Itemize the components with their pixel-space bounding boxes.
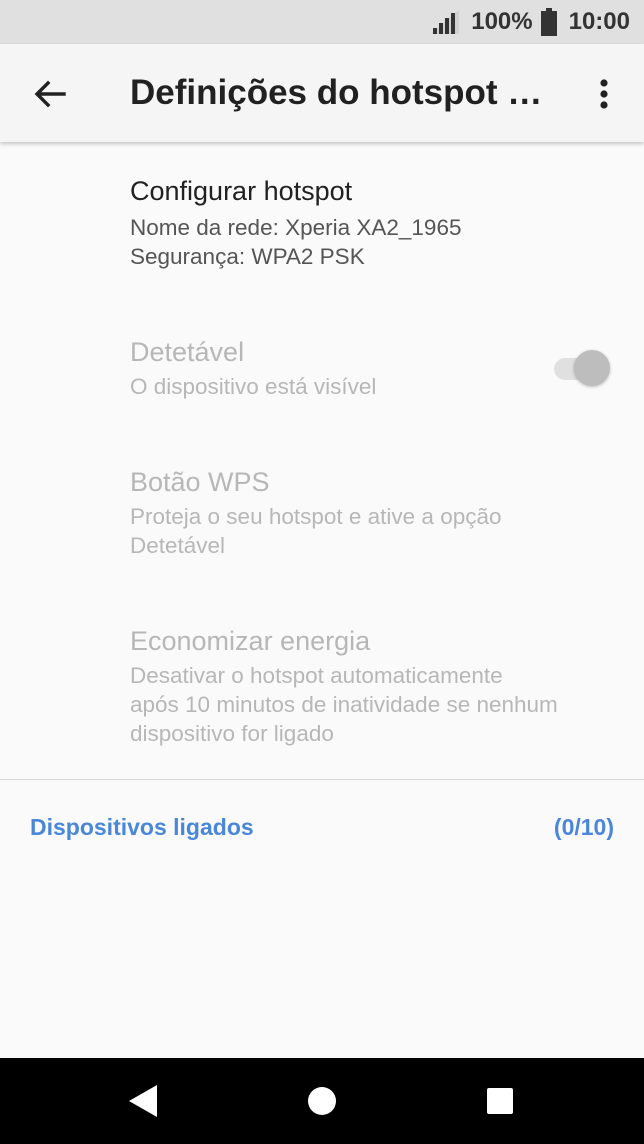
app-bar: Definições do hotspot portátil xyxy=(0,44,644,142)
discoverable-subtitle: O dispositivo está visível xyxy=(130,374,377,399)
section-divider xyxy=(0,779,644,780)
toggle-thumb xyxy=(574,350,610,386)
battery-icon xyxy=(540,8,557,36)
power-save-item: Economizar energia Desativar o hotspot a… xyxy=(130,624,620,748)
discoverable-item: Detetável O dispositivo está visível xyxy=(130,335,530,401)
discoverable-title: Detetável xyxy=(130,337,245,367)
power-save-subtitle-line3: dispositivo for ligado xyxy=(130,721,334,746)
wps-subtitle-line2: Detetável xyxy=(130,533,226,558)
nav-back-icon xyxy=(129,1085,157,1117)
power-save-title: Economizar energia xyxy=(130,626,371,656)
page-title: Definições do hotspot portátil xyxy=(130,73,560,112)
power-save-subtitle-line1: Desativar o hotspot automaticamente xyxy=(130,663,503,688)
arrow-back-icon xyxy=(34,80,66,108)
signal-icon xyxy=(431,10,460,34)
discoverable-toggle[interactable] xyxy=(552,348,612,388)
status-bar: 100% 10:00 xyxy=(0,0,644,44)
clock: 10:00 xyxy=(568,8,630,35)
battery-percent: 100% xyxy=(471,8,533,35)
wps-button-item: Botão WPS Proteja o seu hotspot e ative … xyxy=(130,465,620,560)
power-save-subtitle-line2: após 10 minutos de inatividade se nenhum xyxy=(130,692,558,717)
wps-subtitle-line1: Proteja o seu hotspot e ative a opção xyxy=(130,504,502,529)
more-options-button[interactable] xyxy=(588,72,620,116)
more-vert-icon xyxy=(600,79,608,109)
connected-devices-count: (0/10) xyxy=(553,814,614,840)
connected-devices-row[interactable]: Dispositivos ligados (0/10) xyxy=(0,808,644,850)
wps-title: Botão WPS xyxy=(130,467,270,497)
back-button[interactable] xyxy=(22,72,78,116)
configure-hotspot-item[interactable]: Configurar hotspot Nome da rede: Xperia … xyxy=(130,174,620,271)
home-icon xyxy=(308,1087,336,1115)
navigation-bar xyxy=(0,1058,644,1144)
connected-devices-label: Dispositivos ligados xyxy=(30,814,254,840)
nav-back-button[interactable] xyxy=(113,1076,173,1126)
recents-icon xyxy=(487,1088,513,1114)
home-button[interactable] xyxy=(292,1076,352,1126)
security-text: Segurança: WPA2 PSK xyxy=(130,244,365,269)
configure-hotspot-title: Configurar hotspot xyxy=(130,176,353,206)
recents-button[interactable] xyxy=(470,1076,530,1126)
network-name-text: Nome da rede: Xperia XA2_1965 xyxy=(130,215,462,240)
